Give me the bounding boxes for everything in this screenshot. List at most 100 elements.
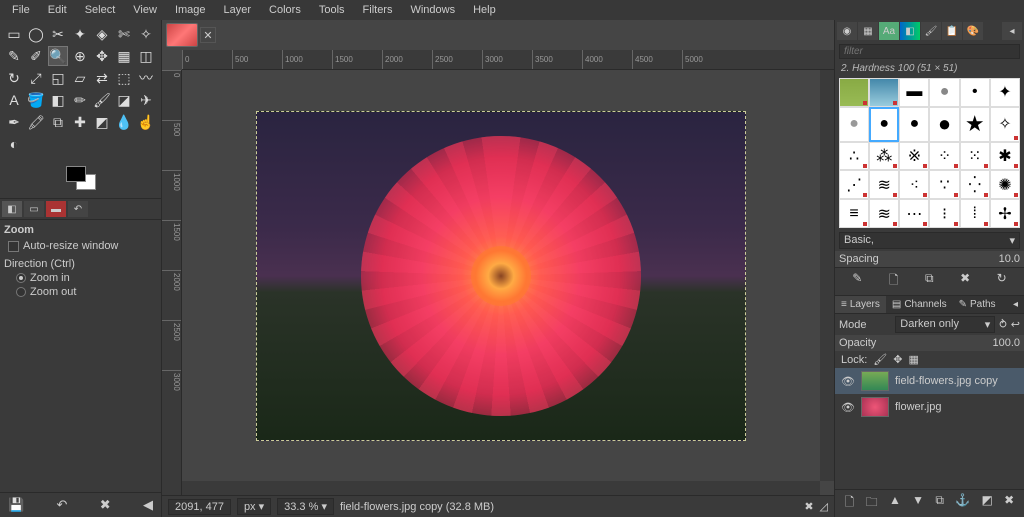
tool-cage[interactable]: ⬚ <box>114 68 134 88</box>
status-unit-select[interactable]: px ▾ <box>237 498 271 515</box>
tool-measure[interactable]: ⊕ <box>70 46 90 66</box>
brush-item[interactable]: • <box>960 78 990 107</box>
tool-paintbrush[interactable]: 🖌 <box>92 90 112 110</box>
tool-gradient[interactable]: ◧ <box>48 90 68 110</box>
edit-brush-icon[interactable]: ✎ <box>852 271 862 292</box>
menu-windows[interactable]: Windows <box>402 2 463 18</box>
layer-name[interactable]: flower.jpg <box>895 401 941 413</box>
tool-rect-select[interactable]: ▭ <box>4 24 24 44</box>
tool-bucket[interactable]: 🪣 <box>26 90 46 110</box>
dock-tab-gradients[interactable]: ◧ <box>900 22 920 40</box>
tool-fuzzy-select[interactable]: ✦ <box>70 24 90 44</box>
tool-free-select[interactable]: ✂ <box>48 24 68 44</box>
tool-tab-device[interactable]: ▭ <box>24 201 44 217</box>
foreground-color[interactable] <box>66 166 86 182</box>
dock-tab-fonts[interactable]: Aa <box>879 22 899 40</box>
ruler-vertical[interactable]: 050010001500200025003000 <box>162 70 182 495</box>
brush-item[interactable]: ⁝ <box>929 199 959 228</box>
scrollbar-vertical[interactable] <box>820 70 834 481</box>
lower-layer-icon[interactable]: ▼ <box>912 493 924 514</box>
brush-item[interactable]: ✢ <box>990 199 1020 228</box>
tool-dodge[interactable]: ◐ <box>4 134 24 154</box>
reset-preset-icon[interactable]: ◀ <box>143 497 153 513</box>
tool-airbrush[interactable]: ✈ <box>136 90 156 110</box>
ruler-horizontal[interactable]: 0500100015002000250030003500400045005000 <box>182 50 834 70</box>
image-tab-close[interactable]: ✕ <box>200 27 216 43</box>
dock-tab-brushes[interactable]: ◉ <box>837 22 857 40</box>
brush-item[interactable]: ▬ <box>899 78 929 107</box>
status-cancel-icon[interactable]: ✖ <box>804 500 813 513</box>
tool-smudge[interactable]: ☝ <box>136 112 156 132</box>
lock-pixels-icon[interactable]: 🖌 <box>873 353 887 366</box>
duplicate-layer-icon[interactable]: ⧉ <box>935 493 944 514</box>
tool-crop[interactable]: ◫ <box>136 46 156 66</box>
layer-name[interactable]: field-flowers.jpg copy <box>895 375 998 387</box>
status-nav-icon[interactable]: ◿ <box>820 500 828 513</box>
menu-select[interactable]: Select <box>77 2 124 18</box>
menu-image[interactable]: Image <box>167 2 214 18</box>
menu-file[interactable]: File <box>4 2 38 18</box>
menu-edit[interactable]: Edit <box>40 2 75 18</box>
brush-item[interactable]: ⋰ <box>839 170 869 199</box>
new-layer-icon[interactable]: 🗋 <box>845 493 855 514</box>
brush-item[interactable]: ● <box>839 107 869 142</box>
brush-item[interactable]: ∴ <box>839 142 869 171</box>
mask-layer-icon[interactable]: ◩ <box>982 493 993 514</box>
brush-item[interactable]: ≋ <box>869 170 899 199</box>
delete-brush-icon[interactable]: ✖ <box>960 271 970 292</box>
mode-switch-icon[interactable]: ⥁ <box>999 318 1007 331</box>
tool-mypaint[interactable]: 🖍 <box>26 112 46 132</box>
tool-ellipse-select[interactable]: ◯ <box>26 24 46 44</box>
new-brush-icon[interactable]: 🗋 <box>889 271 899 292</box>
tool-scale[interactable]: ⤢ <box>26 68 46 88</box>
layer-item[interactable]: 👁 field-flowers.jpg copy <box>835 368 1024 394</box>
refresh-brush-icon[interactable]: ↻ <box>997 271 1007 292</box>
tool-eraser[interactable]: ◪ <box>114 90 134 110</box>
tool-warp[interactable]: 〰 <box>136 68 156 88</box>
brush-item[interactable]: ✺ <box>990 170 1020 199</box>
brush-item[interactable]: ⁞ <box>960 199 990 228</box>
lock-alpha-icon[interactable]: ▦ <box>908 353 918 366</box>
tool-color-picker[interactable]: ✐ <box>26 46 46 66</box>
tool-text[interactable]: A <box>4 90 24 110</box>
spacing-value[interactable]: 10.0 <box>999 253 1020 265</box>
brush-item[interactable]: ≋ <box>869 199 899 228</box>
tool-perspective[interactable]: ▱ <box>70 68 90 88</box>
menu-filters[interactable]: Filters <box>355 2 401 18</box>
brush-item-selected[interactable]: ● <box>869 107 899 142</box>
tool-iscissors[interactable]: ✄ <box>114 24 134 44</box>
layer-item[interactable]: 👁 flower.jpg <box>835 394 1024 420</box>
status-zoom-select[interactable]: 33.3 % ▾ <box>277 498 334 515</box>
brush-item[interactable]: ※ <box>899 142 929 171</box>
brush-item[interactable]: ∵ <box>929 170 959 199</box>
merge-layer-icon[interactable]: ⚓ <box>955 493 970 514</box>
tab-layers[interactable]: ≡ Layers <box>835 296 886 313</box>
tool-flip[interactable]: ⇄ <box>92 68 112 88</box>
visibility-icon[interactable]: 👁 <box>841 401 855 414</box>
zoom-out-radio[interactable] <box>16 287 26 297</box>
dock-tab-palettes[interactable]: 🖌 <box>921 22 941 40</box>
tab-channels[interactable]: ▤ Channels <box>886 296 953 313</box>
brush-item[interactable]: ● <box>899 107 929 142</box>
canvas-area[interactable] <box>182 70 820 481</box>
mode-select[interactable]: Darken only▾ <box>895 316 995 333</box>
brush-item[interactable]: ⁖ <box>899 170 929 199</box>
color-swatch[interactable] <box>66 166 96 190</box>
layer-tab-menu[interactable]: ◂ <box>1007 296 1024 313</box>
tool-align[interactable]: ▦ <box>114 46 134 66</box>
tool-rotate[interactable]: ↻ <box>4 68 24 88</box>
delete-preset-icon[interactable]: ✖ <box>100 497 111 513</box>
tool-perspective-clone[interactable]: ◩ <box>92 112 112 132</box>
brush-item[interactable]: ≡ <box>839 199 869 228</box>
dock-tab-paint[interactable]: 🎨 <box>963 22 983 40</box>
tool-zoom[interactable]: 🔍 <box>48 46 68 66</box>
tool-paths[interactable]: ✎ <box>4 46 24 66</box>
delete-layer-icon[interactable]: ✖ <box>1004 493 1014 514</box>
tool-tab-images[interactable]: ▬ <box>46 201 66 217</box>
tool-blur[interactable]: 💧 <box>114 112 134 132</box>
scrollbar-horizontal[interactable] <box>182 481 820 495</box>
menu-colors[interactable]: Colors <box>261 2 309 18</box>
auto-resize-checkbox[interactable] <box>8 241 19 252</box>
tool-pencil[interactable]: ✏ <box>70 90 90 110</box>
menu-view[interactable]: View <box>125 2 165 18</box>
